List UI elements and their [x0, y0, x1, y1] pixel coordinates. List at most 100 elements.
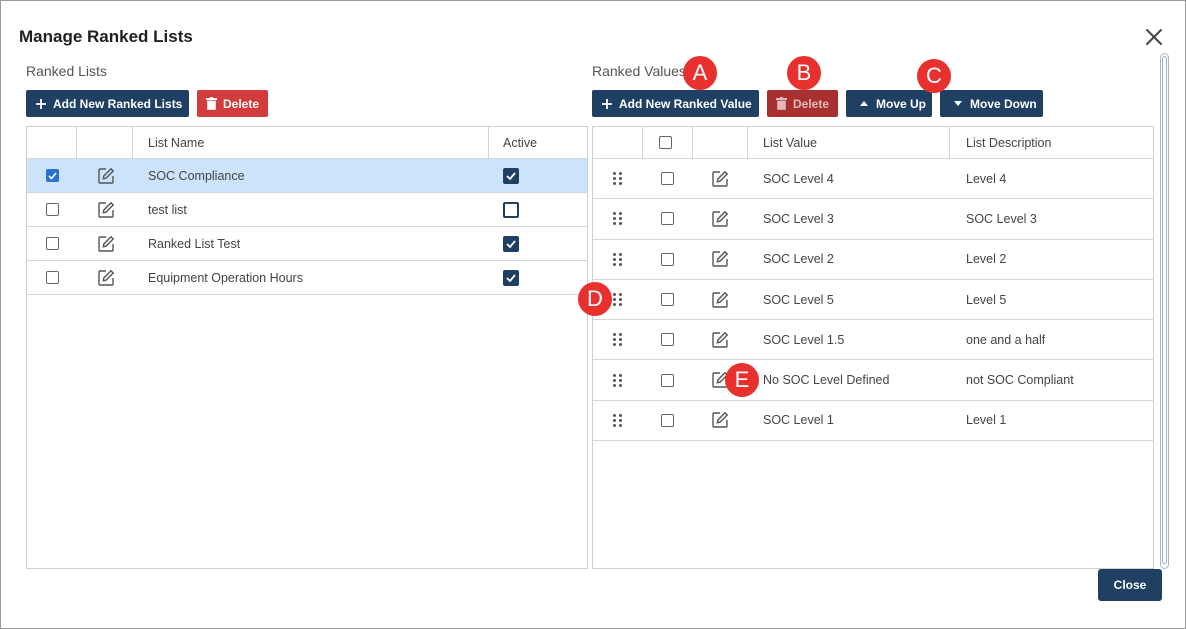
- edit-icon[interactable]: [711, 331, 729, 349]
- table-row[interactable]: SOC Level 4 Level 4: [593, 159, 1153, 200]
- list-value: SOC Level 4: [763, 171, 834, 186]
- add-new-ranked-lists-button[interactable]: Add New Ranked Lists: [26, 90, 189, 117]
- add-new-ranked-value-label: Add New Ranked Value: [619, 96, 752, 111]
- plus-icon: [602, 98, 612, 109]
- ranked-lists-table: List Name Active SOC Compliance test lis…: [26, 126, 588, 569]
- ranked-lists-label: Ranked Lists: [26, 63, 107, 79]
- list-name: Ranked List Test: [148, 236, 241, 251]
- drag-handle-icon[interactable]: [613, 172, 622, 186]
- list-description: not SOC Compliant: [966, 373, 1074, 388]
- drag-handle-icon[interactable]: [613, 252, 622, 266]
- list-value: SOC Level 1.5: [763, 332, 845, 347]
- caret-up-icon: [860, 101, 868, 106]
- add-new-ranked-value-button[interactable]: Add New Ranked Value: [592, 90, 759, 117]
- list-description: Level 1: [966, 413, 1007, 428]
- list-description: Level 5: [966, 292, 1007, 307]
- edit-icon[interactable]: [711, 170, 729, 188]
- dialog: Manage Ranked Lists Ranked Lists Add New…: [0, 0, 1186, 629]
- edit-icon[interactable]: [97, 167, 115, 185]
- table-row[interactable]: Ranked List Test: [27, 227, 587, 261]
- table-row[interactable]: test list: [27, 193, 587, 227]
- drag-handle-icon[interactable]: [613, 333, 622, 347]
- move-up-label: Move Up: [876, 96, 927, 111]
- row-select-checkbox[interactable]: [46, 237, 59, 250]
- trash-icon: [206, 97, 217, 110]
- edit-icon[interactable]: [711, 411, 729, 429]
- row-select-checkbox[interactable]: [661, 172, 674, 186]
- list-name: Equipment Operation Hours: [148, 270, 303, 285]
- ranked-values-table: List Value List Description SOC Level 4 L…: [592, 126, 1154, 569]
- ranked-values-label: Ranked Values: [592, 63, 686, 79]
- list-name: test list: [148, 202, 187, 217]
- caret-down-icon: [954, 101, 962, 106]
- table-row[interactable]: SOC Level 2 Level 2: [593, 240, 1153, 280]
- row-select-checkbox[interactable]: [661, 373, 674, 387]
- list-description: Level 4: [966, 171, 1007, 186]
- scrollbar-thumb[interactable]: [1162, 56, 1167, 564]
- column-header-list-description: List Description: [966, 135, 1052, 150]
- table-row[interactable]: SOC Compliance: [27, 159, 587, 193]
- table-row[interactable]: SOC Level 1.5 one and a half: [593, 320, 1153, 361]
- row-select-checkbox[interactable]: [661, 252, 674, 266]
- row-select-checkbox[interactable]: [46, 169, 59, 182]
- active-checkbox[interactable]: [503, 269, 519, 286]
- table-row[interactable]: SOC Level 3 SOC Level 3: [593, 199, 1153, 240]
- row-select-checkbox[interactable]: [661, 333, 674, 347]
- callout-b: B: [787, 56, 821, 90]
- list-value: SOC Level 5: [763, 292, 834, 307]
- trash-icon: [776, 97, 787, 110]
- table-header: List Name Active: [27, 127, 587, 159]
- list-value: SOC Level 2: [763, 252, 834, 267]
- row-select-checkbox[interactable]: [46, 271, 59, 284]
- move-up-button[interactable]: Move Up: [846, 90, 932, 117]
- list-description: SOC Level 3: [966, 211, 1037, 226]
- drag-handle-icon[interactable]: [613, 293, 622, 307]
- row-select-checkbox[interactable]: [661, 413, 674, 427]
- active-checkbox[interactable]: [503, 167, 519, 184]
- select-all-checkbox[interactable]: [659, 136, 672, 149]
- active-checkbox[interactable]: [503, 235, 519, 252]
- column-header-active: Active: [503, 135, 538, 150]
- list-value: SOC Level 1: [763, 413, 834, 428]
- table-row[interactable]: SOC Level 1 Level 1: [593, 401, 1153, 442]
- close-icon[interactable]: [1142, 25, 1166, 49]
- callout-c: C: [917, 59, 951, 93]
- edit-icon[interactable]: [97, 269, 115, 287]
- add-new-ranked-lists-label: Add New Ranked Lists: [53, 96, 183, 111]
- table-row[interactable]: Equipment Operation Hours: [27, 261, 587, 295]
- table-row[interactable]: SOC Level 5 Level 5: [593, 280, 1153, 321]
- list-name: SOC Compliance: [148, 168, 245, 183]
- delete-ranked-list-button[interactable]: Delete: [197, 90, 268, 117]
- table-row[interactable]: No SOC Level Defined not SOC Compliant: [593, 361, 1153, 401]
- row-select-checkbox[interactable]: [46, 203, 59, 216]
- list-value: No SOC Level Defined: [763, 373, 890, 388]
- callout-a: A: [683, 56, 717, 90]
- move-down-label: Move Down: [970, 96, 1037, 111]
- dialog-title: Manage Ranked Lists: [19, 27, 193, 46]
- edit-icon[interactable]: [711, 250, 729, 268]
- move-down-button[interactable]: Move Down: [940, 90, 1043, 117]
- drag-handle-icon[interactable]: [613, 212, 622, 226]
- drag-handle-icon[interactable]: [613, 413, 622, 427]
- close-button[interactable]: Close: [1098, 569, 1162, 601]
- callout-e: E: [725, 363, 759, 397]
- delete-label: Delete: [793, 96, 830, 111]
- row-select-checkbox[interactable]: [661, 212, 674, 226]
- column-header-list-name: List Name: [148, 135, 205, 150]
- row-select-checkbox[interactable]: [661, 293, 674, 307]
- active-checkbox[interactable]: [503, 201, 519, 218]
- edit-icon[interactable]: [97, 235, 115, 253]
- callout-d: D: [578, 282, 612, 316]
- dialog-scrollbar[interactable]: [1160, 53, 1169, 569]
- edit-icon[interactable]: [711, 210, 729, 228]
- edit-icon[interactable]: [711, 291, 729, 309]
- edit-icon[interactable]: [97, 201, 115, 219]
- list-description: Level 2: [966, 252, 1007, 267]
- plus-icon: [36, 98, 46, 109]
- table-header: List Value List Description: [593, 127, 1153, 159]
- delete-ranked-value-button[interactable]: Delete: [767, 90, 838, 117]
- list-value: SOC Level 3: [763, 211, 834, 226]
- drag-handle-icon[interactable]: [613, 373, 622, 387]
- delete-label: Delete: [223, 96, 260, 111]
- column-header-list-value: List Value: [763, 135, 817, 150]
